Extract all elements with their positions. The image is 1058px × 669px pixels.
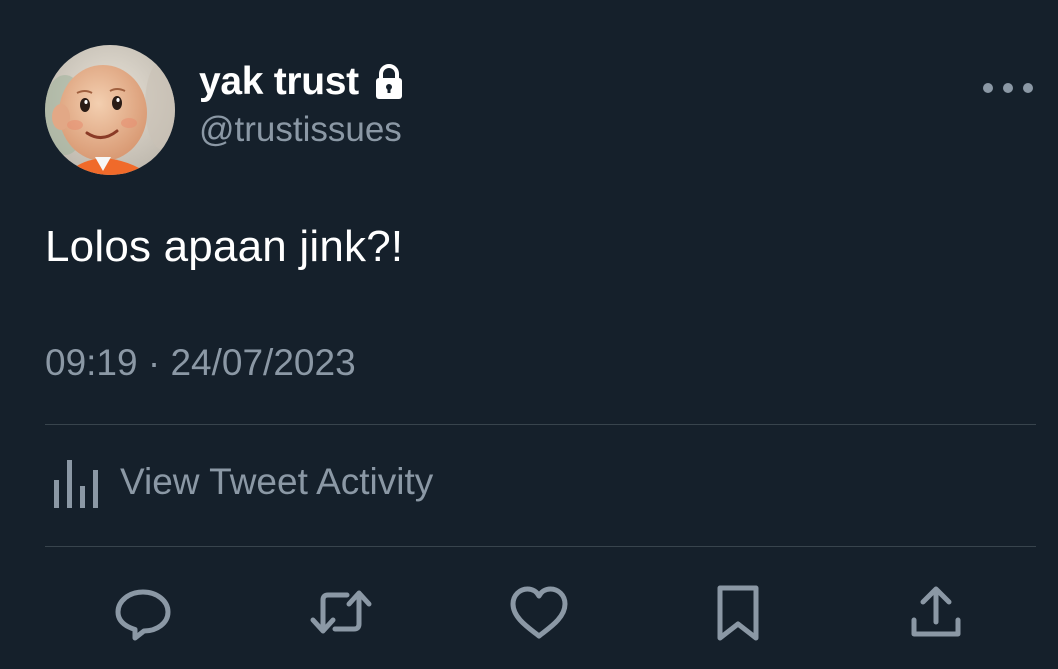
tweet-actions [0,580,1058,650]
tweet-header: yak trust @trustissues [45,45,405,175]
activity-label: View Tweet Activity [120,461,434,502]
reply-icon [115,589,171,641]
reply-button[interactable] [111,580,175,644]
share-icon [911,586,961,637]
like-button[interactable] [507,580,571,644]
more-horizontal-icon [983,83,1033,93]
bookmark-icon [717,585,759,641]
bookmark-button[interactable] [706,580,770,644]
tweet-detail: yak trust @trustissues Lolos apaan jink?… [0,0,1058,669]
display-name-row: yak trust [199,60,405,104]
bar-chart-icon [52,456,100,508]
view-tweet-activity-button[interactable]: View Tweet Activity [52,456,433,508]
retweet-button[interactable] [309,580,373,644]
divider [45,424,1036,425]
author-names: yak trust @trustissues [199,60,405,150]
lock-icon [373,64,405,100]
avatar[interactable] [45,45,175,175]
avatar-image [45,45,175,175]
divider [45,546,1036,547]
tweet-text: Lolos apaan jink?! [45,222,404,271]
more-options-button[interactable] [980,78,1036,98]
retweet-icon [310,590,372,634]
share-button[interactable] [904,580,968,644]
heart-icon [510,586,568,639]
author-handle[interactable]: @trustissues [199,110,405,150]
display-name[interactable]: yak trust [199,60,359,104]
tweet-timestamp[interactable]: 09:19 · 24/07/2023 [45,342,356,384]
